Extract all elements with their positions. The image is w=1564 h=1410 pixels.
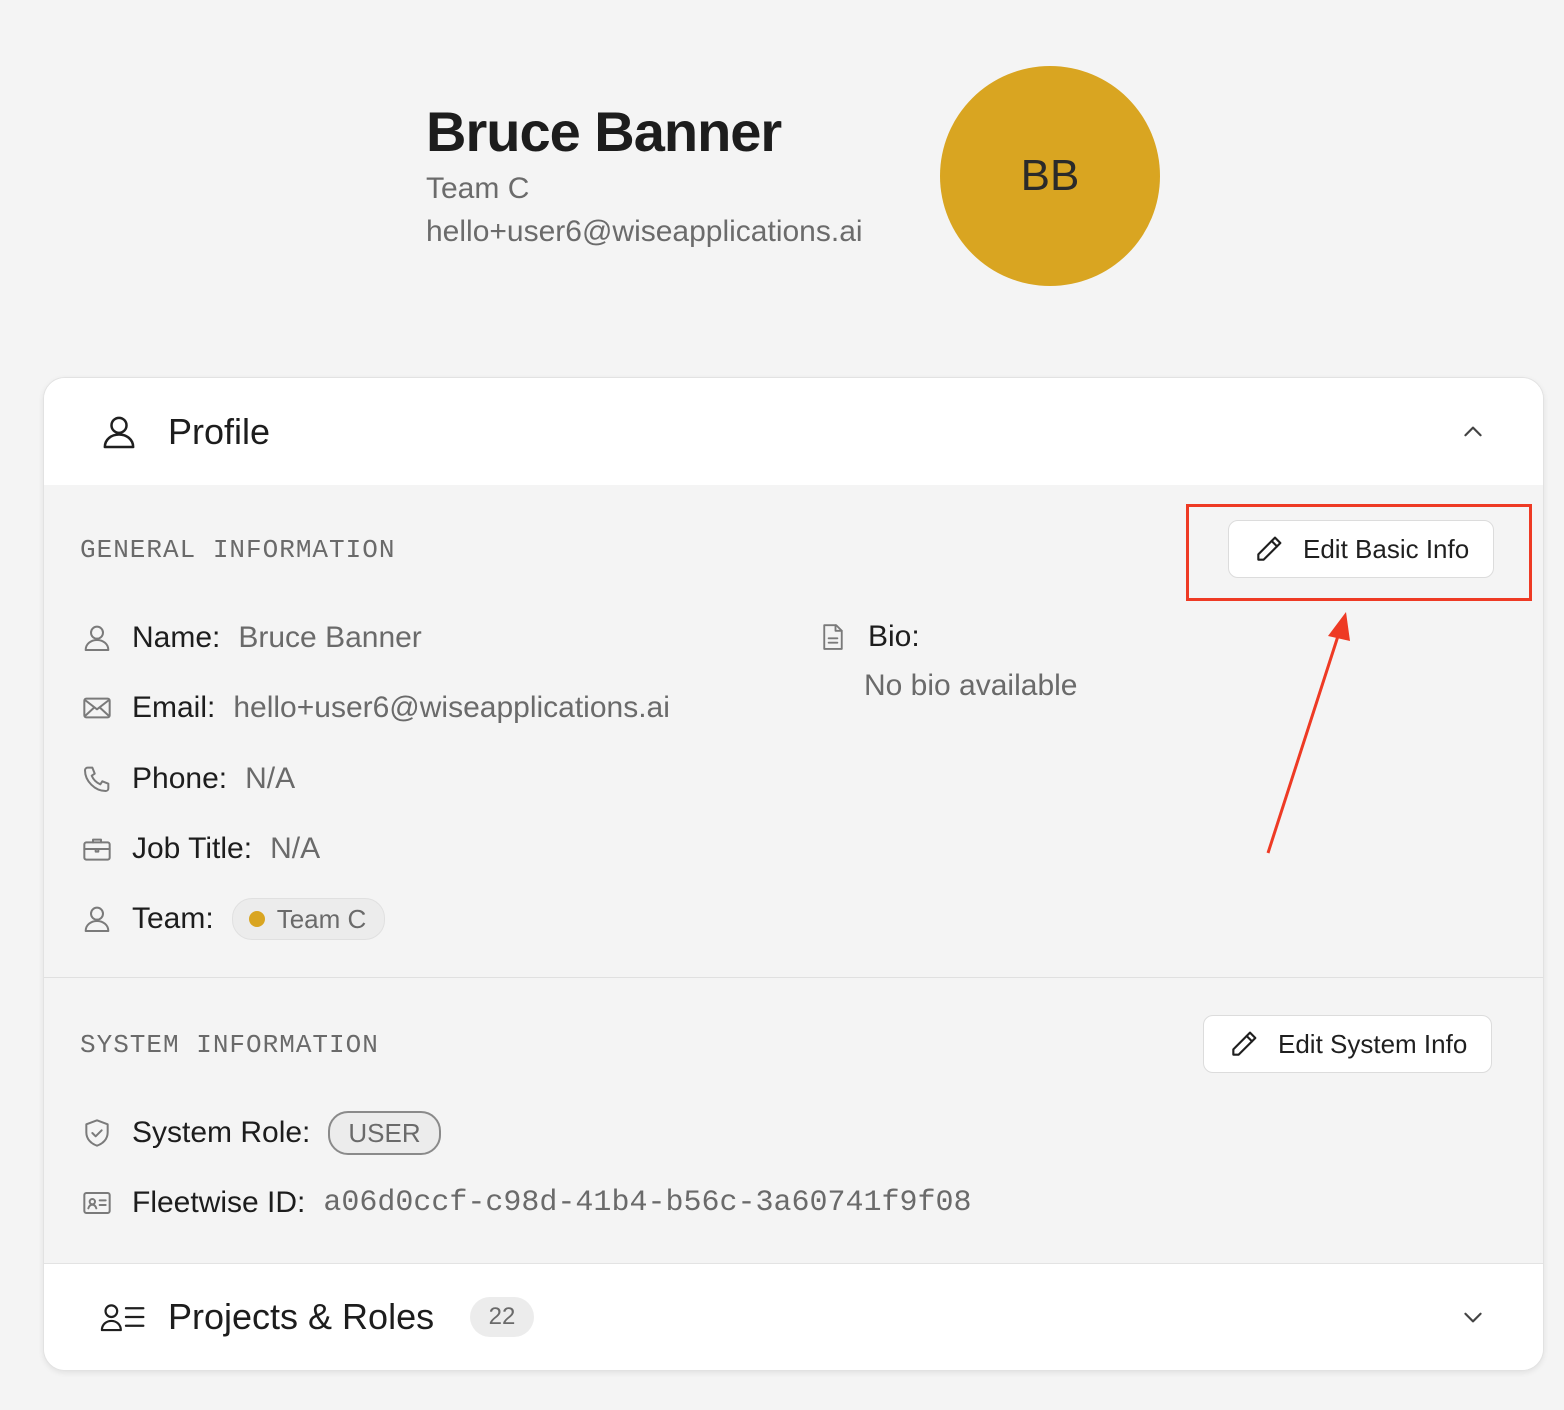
user-icon (99, 412, 139, 452)
briefcase-icon (80, 832, 114, 866)
bio-value: No bio available (864, 669, 1078, 702)
edit-basic-info-label: Edit Basic Info (1303, 533, 1470, 564)
team-badge: Team C (231, 898, 386, 940)
user-email: hello+user6@wiseapplications.ai (426, 215, 863, 248)
bio-field: Bio: No bio available (816, 615, 1077, 703)
name-label: Name: (132, 621, 221, 654)
system-role-field: System Role: USER (80, 1111, 441, 1155)
job-title-field: Job Title: N/A (80, 827, 320, 871)
profile-card: Profile GENERAL INFORMATION Edit Basic I… (43, 377, 1544, 1371)
edit-basic-info-button[interactable]: Edit Basic Info (1228, 520, 1495, 578)
mail-icon (80, 691, 114, 725)
job-title-value: N/A (270, 832, 321, 865)
general-information-label: GENERAL INFORMATION (80, 535, 396, 565)
user-header: Bruce Banner Team C hello+user6@wiseappl… (426, 98, 863, 254)
user-name: Bruce Banner (426, 100, 782, 163)
pencil-icon (1228, 1028, 1260, 1060)
team-color-dot (248, 911, 265, 927)
avatar-initials: BB (1020, 151, 1080, 200)
fleetwise-id-label: Fleetwise ID: (132, 1186, 306, 1219)
projects-count-badge: 22 (470, 1297, 534, 1337)
name-value: Bruce Banner (238, 621, 422, 654)
fleetwise-id-value: a06d0ccf-c98d-41b4-b56c-3a60741f9f08 (323, 1186, 972, 1220)
team-field: Team: Team C (80, 897, 386, 941)
edit-system-info-label: Edit System Info (1278, 1028, 1468, 1059)
user-icon (80, 902, 114, 936)
profile-section-header[interactable]: Profile (44, 378, 1543, 485)
avatar: BB (940, 66, 1160, 286)
phone-icon (80, 762, 114, 796)
document-icon (816, 620, 850, 654)
email-field: Email: hello+user6@wiseapplications.ai (80, 686, 670, 730)
shield-icon (80, 1116, 114, 1150)
user-team: Team C (426, 172, 530, 205)
fleetwise-id-field: Fleetwise ID: a06d0ccf-c98d-41b4-b56c-3a… (80, 1181, 972, 1225)
section-divider (44, 977, 1543, 978)
pencil-icon (1253, 533, 1285, 565)
system-information-label: SYSTEM INFORMATION (80, 1030, 379, 1060)
phone-field: Phone: N/A (80, 757, 295, 801)
chevron-up-icon[interactable] (1458, 417, 1488, 447)
email-value: hello+user6@wiseapplications.ai (233, 691, 670, 724)
team-label: Team: (132, 902, 214, 935)
system-role-label: System Role: (132, 1116, 311, 1149)
name-field: Name: Bruce Banner (80, 616, 422, 660)
id-card-icon (80, 1186, 114, 1220)
profile-section-title: Profile (168, 410, 271, 452)
team-badge-label: Team C (276, 903, 367, 934)
user-list-icon (99, 1297, 147, 1337)
role-badge: USER (328, 1111, 441, 1155)
job-title-label: Job Title: (132, 832, 253, 865)
phone-value: N/A (245, 762, 296, 795)
bio-label: Bio: (868, 620, 920, 653)
projects-section-title: Projects & Roles (168, 1296, 435, 1337)
user-icon (80, 621, 114, 655)
email-label: Email: (132, 691, 216, 724)
projects-section-header[interactable]: Projects & Roles 22 (44, 1263, 1543, 1370)
chevron-down-icon[interactable] (1458, 1302, 1488, 1332)
phone-label: Phone: (132, 762, 228, 795)
edit-system-info-button[interactable]: Edit System Info (1203, 1015, 1493, 1073)
profile-section-body: GENERAL INFORMATION Edit Basic Info Name… (44, 485, 1543, 1263)
